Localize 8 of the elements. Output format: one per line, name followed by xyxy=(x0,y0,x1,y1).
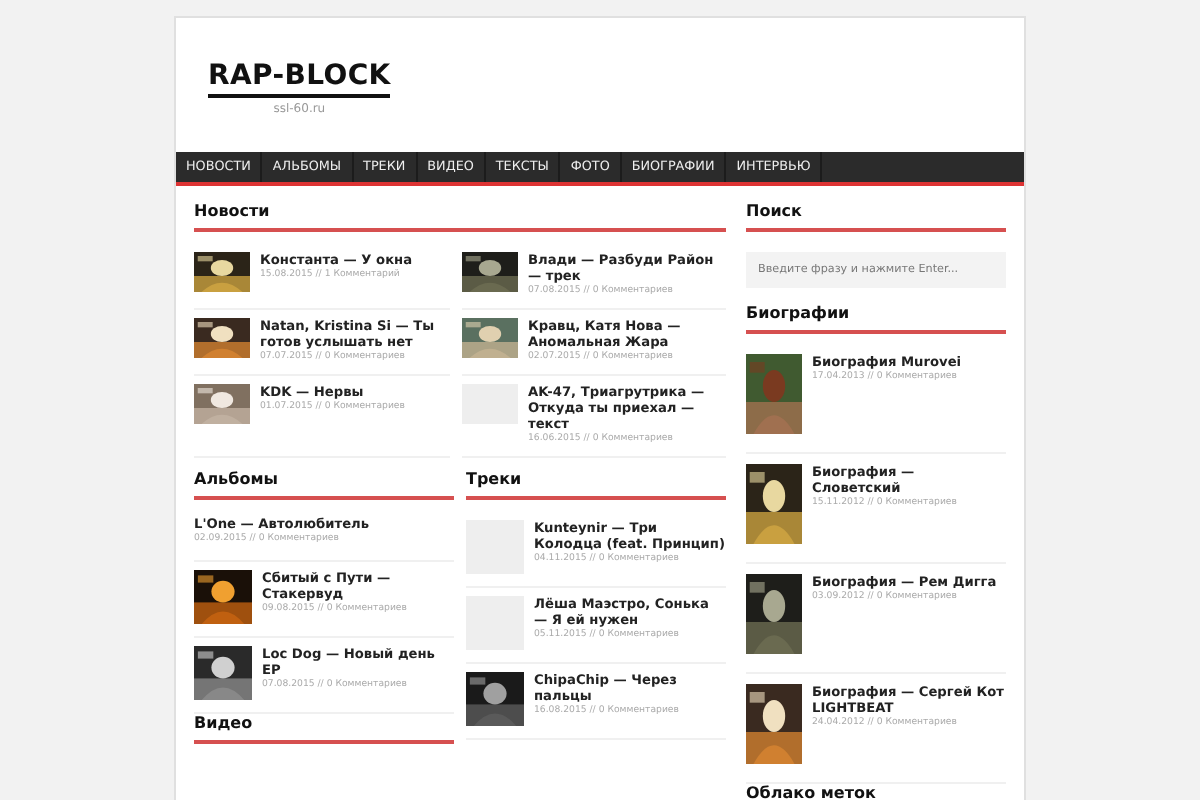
section-heading: Новости xyxy=(194,202,726,232)
section-heading: Видео xyxy=(194,714,454,744)
site-logo[interactable]: RAP-BLOCK xyxy=(208,60,391,98)
section-heading: Поиск xyxy=(746,202,1006,232)
section-heading: Облако меток xyxy=(746,784,1006,800)
section-heading: Биографии xyxy=(746,304,1006,334)
section-heading: Альбомы xyxy=(194,470,454,500)
section-heading: Треки xyxy=(466,470,726,500)
